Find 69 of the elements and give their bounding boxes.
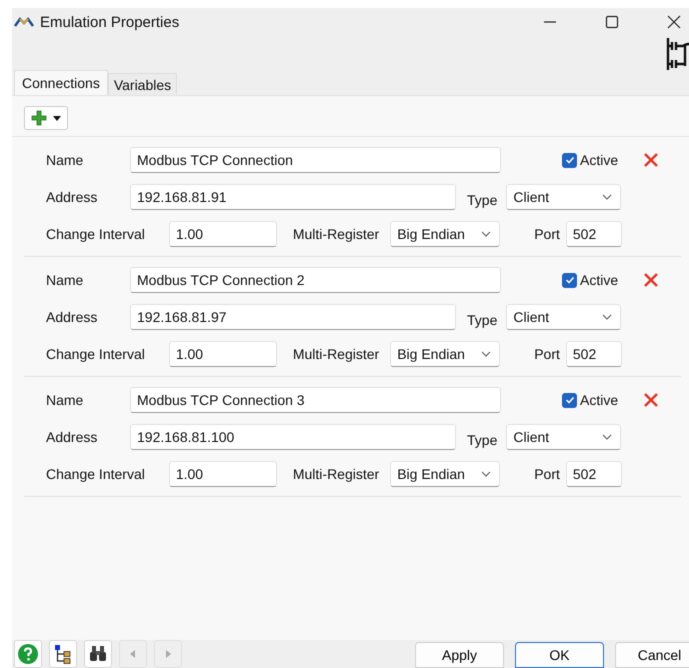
field-label: Type	[467, 192, 498, 208]
maximize-icon[interactable]	[605, 15, 619, 29]
input-field[interactable]: Modbus TCP Connection 3	[130, 387, 501, 413]
input-field[interactable]: 192.168.81.100	[130, 424, 456, 450]
dropdown[interactable]: Big Endian	[390, 341, 500, 367]
tab[interactable]: Connections	[14, 70, 108, 95]
field-label: Change Interval	[46, 466, 145, 482]
field-label: Address	[46, 189, 98, 205]
field-label: Port	[534, 226, 560, 242]
close-icon[interactable]	[667, 15, 681, 29]
checkbox-label: Active	[580, 152, 618, 168]
input-field[interactable]: 1.00	[168, 461, 277, 487]
dialog-button[interactable]: OK	[515, 642, 604, 668]
help-icon[interactable]	[14, 640, 42, 668]
input-field[interactable]: 1.00	[168, 341, 277, 367]
chevron-down-icon	[602, 434, 612, 440]
dropdown[interactable]: Client	[506, 424, 622, 450]
app-icon	[14, 16, 34, 28]
field-label: Name	[46, 272, 84, 288]
checkbox[interactable]	[562, 272, 577, 288]
checkbox[interactable]	[562, 392, 577, 408]
field-label: Change Interval	[46, 346, 145, 362]
checkmark-icon	[564, 154, 576, 166]
field-label: Name	[46, 152, 84, 168]
field-label: Type	[467, 312, 498, 328]
chevron-down-icon	[481, 471, 492, 477]
field-label: Name	[46, 392, 84, 408]
chevron-down-icon	[602, 194, 612, 200]
delete-icon[interactable]	[643, 152, 660, 168]
field-label: Type	[467, 432, 498, 448]
checkbox[interactable]	[562, 152, 577, 168]
dropdown[interactable]: Big Endian	[390, 461, 500, 487]
input-field[interactable]: 192.168.81.97	[130, 304, 456, 330]
field-label: Multi-Register	[292, 226, 380, 242]
add-dropdown-button[interactable]	[24, 106, 68, 130]
binoculars-icon[interactable]	[84, 640, 112, 668]
field-label: Multi-Register	[292, 346, 380, 362]
dropdown[interactable]: Big Endian	[390, 221, 500, 247]
dropdown[interactable]: Client	[506, 304, 622, 330]
delete-icon[interactable]	[643, 272, 660, 288]
checkmark-icon	[564, 274, 576, 286]
delete-icon[interactable]	[643, 392, 660, 408]
checkbox-label: Active	[580, 272, 618, 288]
checkbox-label: Active	[580, 392, 618, 408]
input-field[interactable]: 192.168.81.91	[130, 184, 456, 210]
field-label: Port	[534, 466, 560, 482]
input-field[interactable]: Modbus TCP Connection 2	[130, 267, 501, 293]
window-title: Emulation Properties	[40, 14, 180, 30]
input-field[interactable]: 502	[566, 221, 622, 247]
chevron-down-icon	[602, 314, 612, 320]
field-label: Change Interval	[46, 226, 145, 242]
field-label: Multi-Register	[292, 466, 380, 482]
input-field[interactable]: Modbus TCP Connection	[130, 147, 501, 173]
input-field[interactable]: 1.00	[168, 221, 277, 247]
input-field[interactable]: 502	[566, 341, 622, 367]
chevron-down-icon	[481, 231, 492, 237]
checkmark-icon	[564, 394, 576, 406]
tree-icon[interactable]	[49, 640, 77, 668]
field-label: Address	[46, 429, 98, 445]
chevron-down-icon	[481, 351, 492, 357]
input-field[interactable]: 502	[566, 461, 622, 487]
plus-icon	[31, 110, 47, 126]
dropdown[interactable]: Client	[506, 184, 622, 210]
dialog-button[interactable]: Apply	[415, 642, 504, 668]
field-label: Port	[534, 346, 560, 362]
tab[interactable]: Variables	[108, 73, 178, 95]
field-label: Address	[46, 309, 98, 325]
caret-icon	[53, 116, 61, 120]
dialog-button[interactable]: Cancel	[615, 642, 689, 668]
